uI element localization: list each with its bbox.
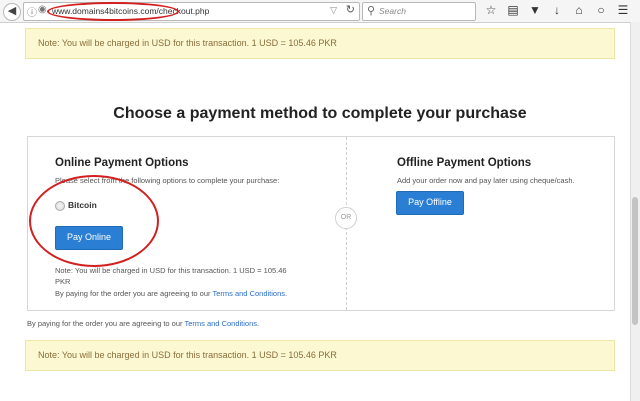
offline-instruction: Add your order now and pay later using c…: [397, 176, 575, 185]
shield-icon[interactable]: ◉: [38, 4, 47, 15]
chat-icon[interactable]: ○: [594, 3, 608, 17]
menu-icon[interactable]: ☰: [616, 3, 630, 17]
star-icon[interactable]: ☆: [484, 3, 498, 17]
online-terms-prefix: By paying for the order you are agreeing…: [55, 289, 213, 298]
currency-note-top: Note: You will be charged in USD for thi…: [25, 28, 615, 59]
url-annotation-ellipse: [47, 2, 179, 21]
footer-terms-suffix: .: [257, 319, 260, 328]
footer-terms-prefix: By paying for the order you are agreeing…: [27, 319, 185, 328]
currency-note-bottom: Note: You will be charged in USD for thi…: [25, 340, 615, 371]
footer-terms-link[interactable]: Terms and Conditions: [184, 319, 257, 328]
online-terms-text: By paying for the order you are agreeing…: [55, 289, 287, 298]
online-payment-title: Online Payment Options: [55, 157, 189, 169]
bitcoin-annotation-ellipse: [29, 175, 159, 267]
search-input[interactable]: ⚲ Search: [362, 2, 476, 21]
info-icon[interactable]: ⓘ: [27, 4, 37, 19]
online-note-line2: PKR: [55, 277, 71, 286]
chevron-down-icon[interactable]: ▽: [330, 5, 337, 16]
search-placeholder: Search: [379, 6, 406, 16]
scrollbar-thumb[interactable]: [632, 197, 638, 325]
online-terms-suffix: .: [285, 289, 288, 298]
pay-offline-button[interactable]: Pay Offline: [396, 191, 464, 215]
footer-terms-text: By paying for the order you are agreeing…: [27, 319, 259, 328]
or-badge: OR: [335, 207, 357, 229]
download-icon[interactable]: ↓: [550, 3, 564, 17]
back-button[interactable]: ◀: [3, 3, 21, 21]
search-icon: ⚲: [367, 5, 376, 17]
clipboard-icon[interactable]: ▤: [506, 3, 520, 17]
reload-icon[interactable]: ↻: [346, 3, 355, 16]
online-note-line1: Note: You will be charged in USD for thi…: [55, 266, 287, 275]
home-icon[interactable]: ⌂: [572, 3, 586, 17]
offline-payment-title: Offline Payment Options: [397, 157, 532, 169]
online-terms-link[interactable]: Terms and Conditions: [212, 289, 285, 298]
page-title: Choose a payment method to complete your…: [113, 105, 527, 122]
pocket-icon[interactable]: ▼: [528, 3, 542, 17]
